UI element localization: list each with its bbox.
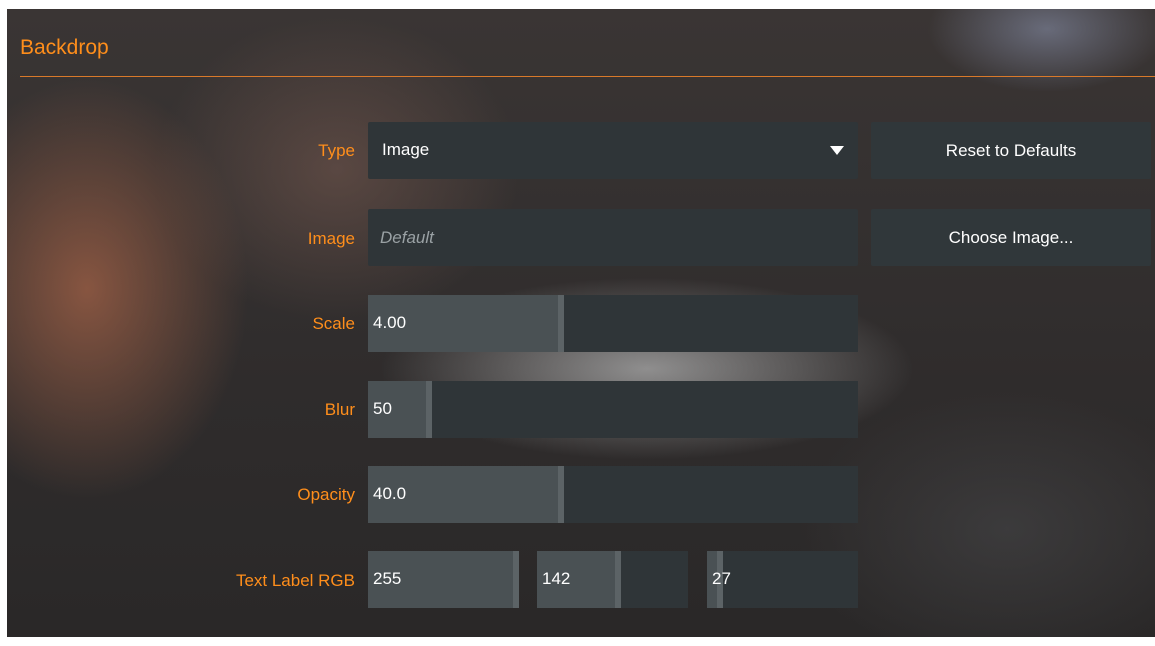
type-select[interactable]: Image — [368, 122, 858, 179]
type-select-value: Image — [382, 140, 430, 159]
opacity-value: 40.0 — [373, 484, 407, 503]
blur-label: Blur — [324, 400, 355, 419]
image-path-input[interactable] — [368, 209, 858, 266]
blur-slider[interactable]: 50 — [368, 381, 858, 438]
opacity-slider[interactable]: 40.0 — [368, 466, 858, 523]
scale-label: Scale — [312, 314, 355, 333]
scale-value: 4.00 — [373, 313, 407, 332]
text-label-rgb-label: Text Label RGB — [235, 571, 355, 590]
rgb-red-slider-handle[interactable] — [513, 551, 519, 608]
scale-slider[interactable]: 4.00 — [368, 295, 858, 352]
rgb-green-slider-handle[interactable] — [615, 551, 621, 608]
choose-image-button[interactable]: Choose Image... — [871, 209, 1151, 266]
rgb-red-value: 255 — [373, 569, 402, 588]
caret-down-icon — [830, 146, 844, 155]
opacity-label: Opacity — [297, 485, 355, 504]
opacity-slider-handle[interactable] — [558, 466, 564, 523]
panel-title: Backdrop — [20, 36, 109, 59]
image-path-field — [368, 209, 858, 266]
rgb-blue-slider[interactable]: 27 — [707, 551, 858, 608]
rgb-blue-value: 27 — [712, 569, 731, 588]
rgb-green-value: 142 — [542, 569, 571, 588]
title-divider — [20, 76, 1155, 77]
image-label: Image — [307, 229, 355, 248]
rgb-red-slider[interactable]: 255 — [368, 551, 519, 608]
type-label: Type — [318, 141, 355, 160]
rgb-green-slider[interactable]: 142 — [537, 551, 688, 608]
reset-to-defaults-button[interactable]: Reset to Defaults — [871, 122, 1151, 179]
blur-slider-handle[interactable] — [426, 381, 432, 438]
blur-value: 50 — [373, 399, 392, 418]
scale-slider-handle[interactable] — [558, 295, 564, 352]
backdrop-panel: Backdrop Type Image Reset to Defaults Im… — [7, 9, 1155, 637]
